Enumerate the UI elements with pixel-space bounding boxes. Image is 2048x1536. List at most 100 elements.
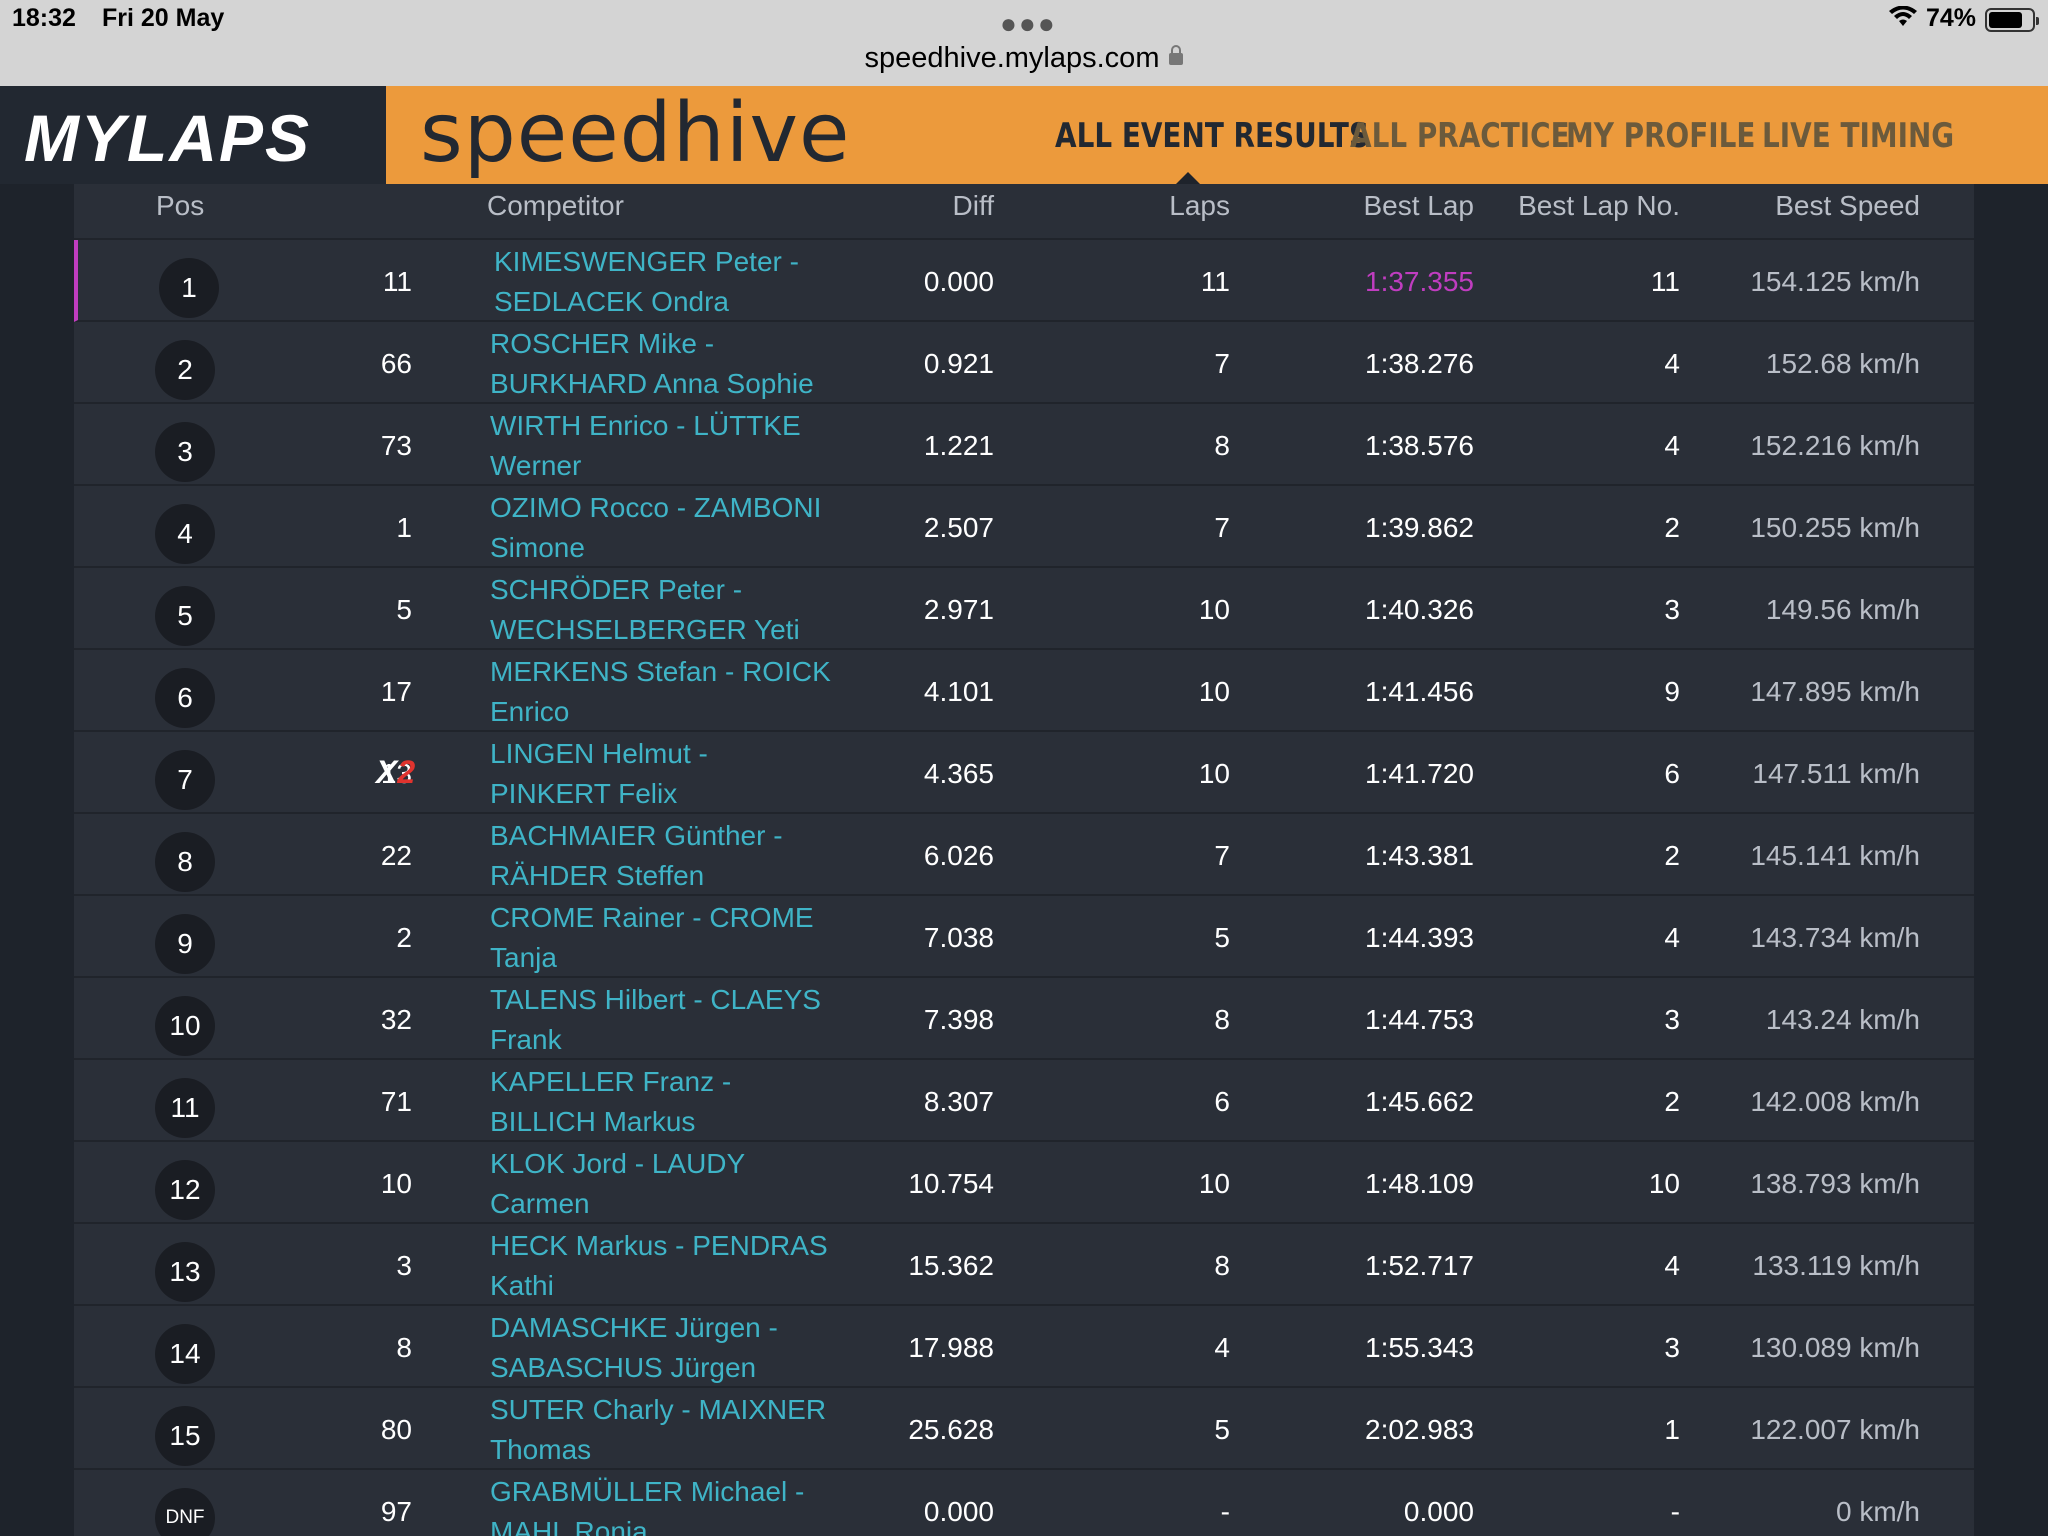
table-row[interactable]: 9 2 CROME Rainer - CROME Tanja 7.038 5 1… [74, 896, 1974, 978]
best-lap-value: 1:52.717 [1365, 1250, 1474, 1281]
diff-value: 17.988 [908, 1332, 994, 1363]
best-lap-no-value: 2 [1664, 1086, 1680, 1117]
best-lap-no-value: - [1670, 1496, 1680, 1527]
col-best-speed[interactable]: Best Speed [1775, 190, 1920, 222]
table-row[interactable]: 3 73 WIRTH Enrico - LÜTTKE Werner 1.221 … [74, 404, 1974, 486]
table-row[interactable]: 15 80 SUTER Charly - MAIXNER Thomas 25.6… [74, 1388, 1974, 1470]
laps-value: 7 [1214, 512, 1230, 543]
laps-value: 10 [1198, 1168, 1230, 1199]
table-row[interactable]: 14 8 DAMASCHKE Jürgen - SABASCHUS Jürgen… [74, 1306, 1974, 1388]
best-speed-value: 143.734 km/h [1750, 922, 1920, 953]
car-number: 3 [396, 1250, 412, 1281]
competitor-line-1: SUTER Charly - MAIXNER [490, 1394, 827, 1425]
battery-percent: 74% [1926, 4, 1977, 32]
competitor-line-1: HECK Markus - PENDRAS [490, 1230, 828, 1261]
diff-value: 2.971 [923, 594, 994, 625]
laps-value: 7 [1214, 348, 1230, 379]
competitor-link[interactable]: SCHRÖDER Peter - WECHSELBERGER Yeti [490, 570, 850, 650]
laps-value: 6 [1214, 1086, 1230, 1117]
competitor-link[interactable]: ROSCHER Mike - BURKHARD Anna Sophie [490, 324, 850, 404]
competitor-line-1: KAPELLER Franz - [490, 1066, 732, 1097]
table-row[interactable]: 6 17 MERKENS Stefan - ROICK Enrico 4.101… [74, 650, 1974, 732]
best-lap-no-value: 10 [1648, 1168, 1680, 1199]
competitor-link[interactable]: WIRTH Enrico - LÜTTKE Werner [490, 406, 850, 486]
best-lap-no-value: 6 [1664, 758, 1680, 789]
best-lap-no-value: 4 [1664, 1250, 1680, 1281]
ios-status-bar: 18:32 Fri 20 May ●●● speedhive.mylaps.co… [0, 0, 2048, 86]
nav-live-timing[interactable]: LIVE TIMING [1762, 116, 1954, 156]
table-header: Pos Competitor Diff Laps Best Lap Best L… [74, 184, 1974, 240]
laps-value: 11 [1200, 266, 1230, 297]
diff-value: 1.221 [923, 430, 994, 461]
table-row[interactable]: 10 32 TALENS Hilbert - CLAEYS Frank 7.39… [74, 978, 1974, 1060]
car-number: 71 [380, 1086, 412, 1117]
best-lap-value: 1:41.720 [1365, 758, 1474, 789]
table-row[interactable]: 7 13 X2 LINGEN Helmut - PINKERT Felix 4.… [74, 732, 1974, 814]
nav-all-event-results[interactable]: ALL EVENT RESULTS [1055, 116, 1369, 156]
best-lap-no-value: 3 [1664, 1004, 1680, 1035]
car-number: 11 [382, 266, 412, 297]
diff-value: 4.101 [923, 676, 994, 707]
col-competitor[interactable]: Competitor [487, 190, 624, 222]
competitor-link[interactable]: CROME Rainer - CROME Tanja [490, 898, 850, 978]
car-number: 8 [396, 1332, 412, 1363]
table-row[interactable]: 12 10 KLOK Jord - LAUDY Carmen 10.754 10… [74, 1142, 1974, 1224]
col-best-lap[interactable]: Best Lap [1363, 190, 1474, 222]
mylaps-logo[interactable]: MYLAPS [0, 86, 386, 184]
table-row[interactable]: 2 66 ROSCHER Mike - BURKHARD Anna Sophie… [74, 322, 1974, 404]
col-best-lap-no[interactable]: Best Lap No. [1518, 190, 1680, 222]
competitor-link[interactable]: GRABMÜLLER Michael - MAHL Ronja [490, 1472, 850, 1536]
competitor-line-2: Enrico [490, 696, 570, 727]
competitor-link[interactable]: BACHMAIER Günther - RÄHDER Steffen [490, 816, 850, 896]
competitor-line-1: LINGEN Helmut - [490, 738, 708, 769]
competitor-link[interactable]: MERKENS Stefan - ROICK Enrico [490, 652, 850, 732]
best-lap-value: 1:39.862 [1365, 512, 1474, 543]
competitor-link[interactable]: HECK Markus - PENDRAS Kathi [490, 1226, 850, 1306]
competitor-link[interactable]: TALENS Hilbert - CLAEYS Frank [490, 980, 850, 1060]
laps-value: 8 [1214, 1004, 1230, 1035]
address-bar[interactable]: speedhive.mylaps.com [0, 42, 2048, 75]
speedhive-brand[interactable]: speedhive [420, 86, 850, 181]
table-row[interactable]: 8 22 BACHMAIER Günther - RÄHDER Steffen … [74, 814, 1974, 896]
competitor-link[interactable]: KLOK Jord - LAUDY Carmen [490, 1144, 850, 1224]
nav-my-profile[interactable]: MY PROFILE [1566, 116, 1755, 156]
col-pos[interactable]: Pos [156, 190, 204, 222]
best-lap-no-value: 1 [1664, 1414, 1680, 1445]
laps-value: 8 [1214, 430, 1230, 461]
table-row[interactable]: 4 1 OZIMO Rocco - ZAMBONI Simone 2.507 7… [74, 486, 1974, 568]
best-lap-no-value: 4 [1664, 430, 1680, 461]
competitor-line-1: CROME Rainer - CROME [490, 902, 814, 933]
competitor-line-1: WIRTH Enrico - LÜTTKE [490, 410, 801, 441]
competitor-line-2: SABASCHUS Jürgen [490, 1352, 757, 1383]
diff-value: 0.921 [923, 348, 994, 379]
laps-value: 5 [1214, 1414, 1230, 1445]
diff-value: 15.362 [908, 1250, 994, 1281]
diff-value: 10.754 [908, 1168, 994, 1199]
competitor-link[interactable]: KIMESWENGER Peter - SEDLACEK Ondra [494, 242, 854, 322]
col-laps[interactable]: Laps [1169, 190, 1230, 222]
best-speed-value: 154.125 km/h [1750, 266, 1920, 297]
table-row[interactable]: 1 11 KIMESWENGER Peter - SEDLACEK Ondra … [74, 240, 1974, 322]
best-lap-no-value: 4 [1664, 348, 1680, 379]
car-number: 66 [380, 348, 412, 379]
table-row[interactable]: 11 71 KAPELLER Franz - BILLICH Markus 8.… [74, 1060, 1974, 1142]
laps-value: 5 [1214, 922, 1230, 953]
multitasking-dots-icon[interactable]: ●●● [1000, 8, 1057, 40]
table-row[interactable]: 13 3 HECK Markus - PENDRAS Kathi 15.362 … [74, 1224, 1974, 1306]
competitor-link[interactable]: LINGEN Helmut - PINKERT Felix [490, 734, 850, 814]
competitor-link[interactable]: DAMASCHKE Jürgen - SABASCHUS Jürgen [490, 1308, 850, 1388]
competitor-link[interactable]: KAPELLER Franz - BILLICH Markus [490, 1062, 850, 1142]
best-speed-value: 147.895 km/h [1750, 676, 1920, 707]
col-diff[interactable]: Diff [953, 190, 995, 222]
nav-all-practice[interactable]: ALL PRACTICE [1350, 116, 1570, 156]
position-badge: 13 [155, 1242, 215, 1302]
competitor-link[interactable]: OZIMO Rocco - ZAMBONI Simone [490, 488, 850, 568]
table-row[interactable]: 5 5 SCHRÖDER Peter - WECHSELBERGER Yeti … [74, 568, 1974, 650]
competitor-line-2: Simone [490, 532, 585, 563]
table-row[interactable]: DNF 97 GRABMÜLLER Michael - MAHL Ronja 0… [74, 1470, 1974, 1536]
status-date: Fri 20 May [102, 4, 225, 32]
diff-value: 0.000 [923, 1496, 994, 1527]
best-speed-value: 138.793 km/h [1750, 1168, 1920, 1199]
competitor-link[interactable]: SUTER Charly - MAIXNER Thomas [490, 1390, 850, 1470]
site-header: MYLAPS speedhive ALL EVENT RESULTS ALL P… [0, 86, 2048, 184]
